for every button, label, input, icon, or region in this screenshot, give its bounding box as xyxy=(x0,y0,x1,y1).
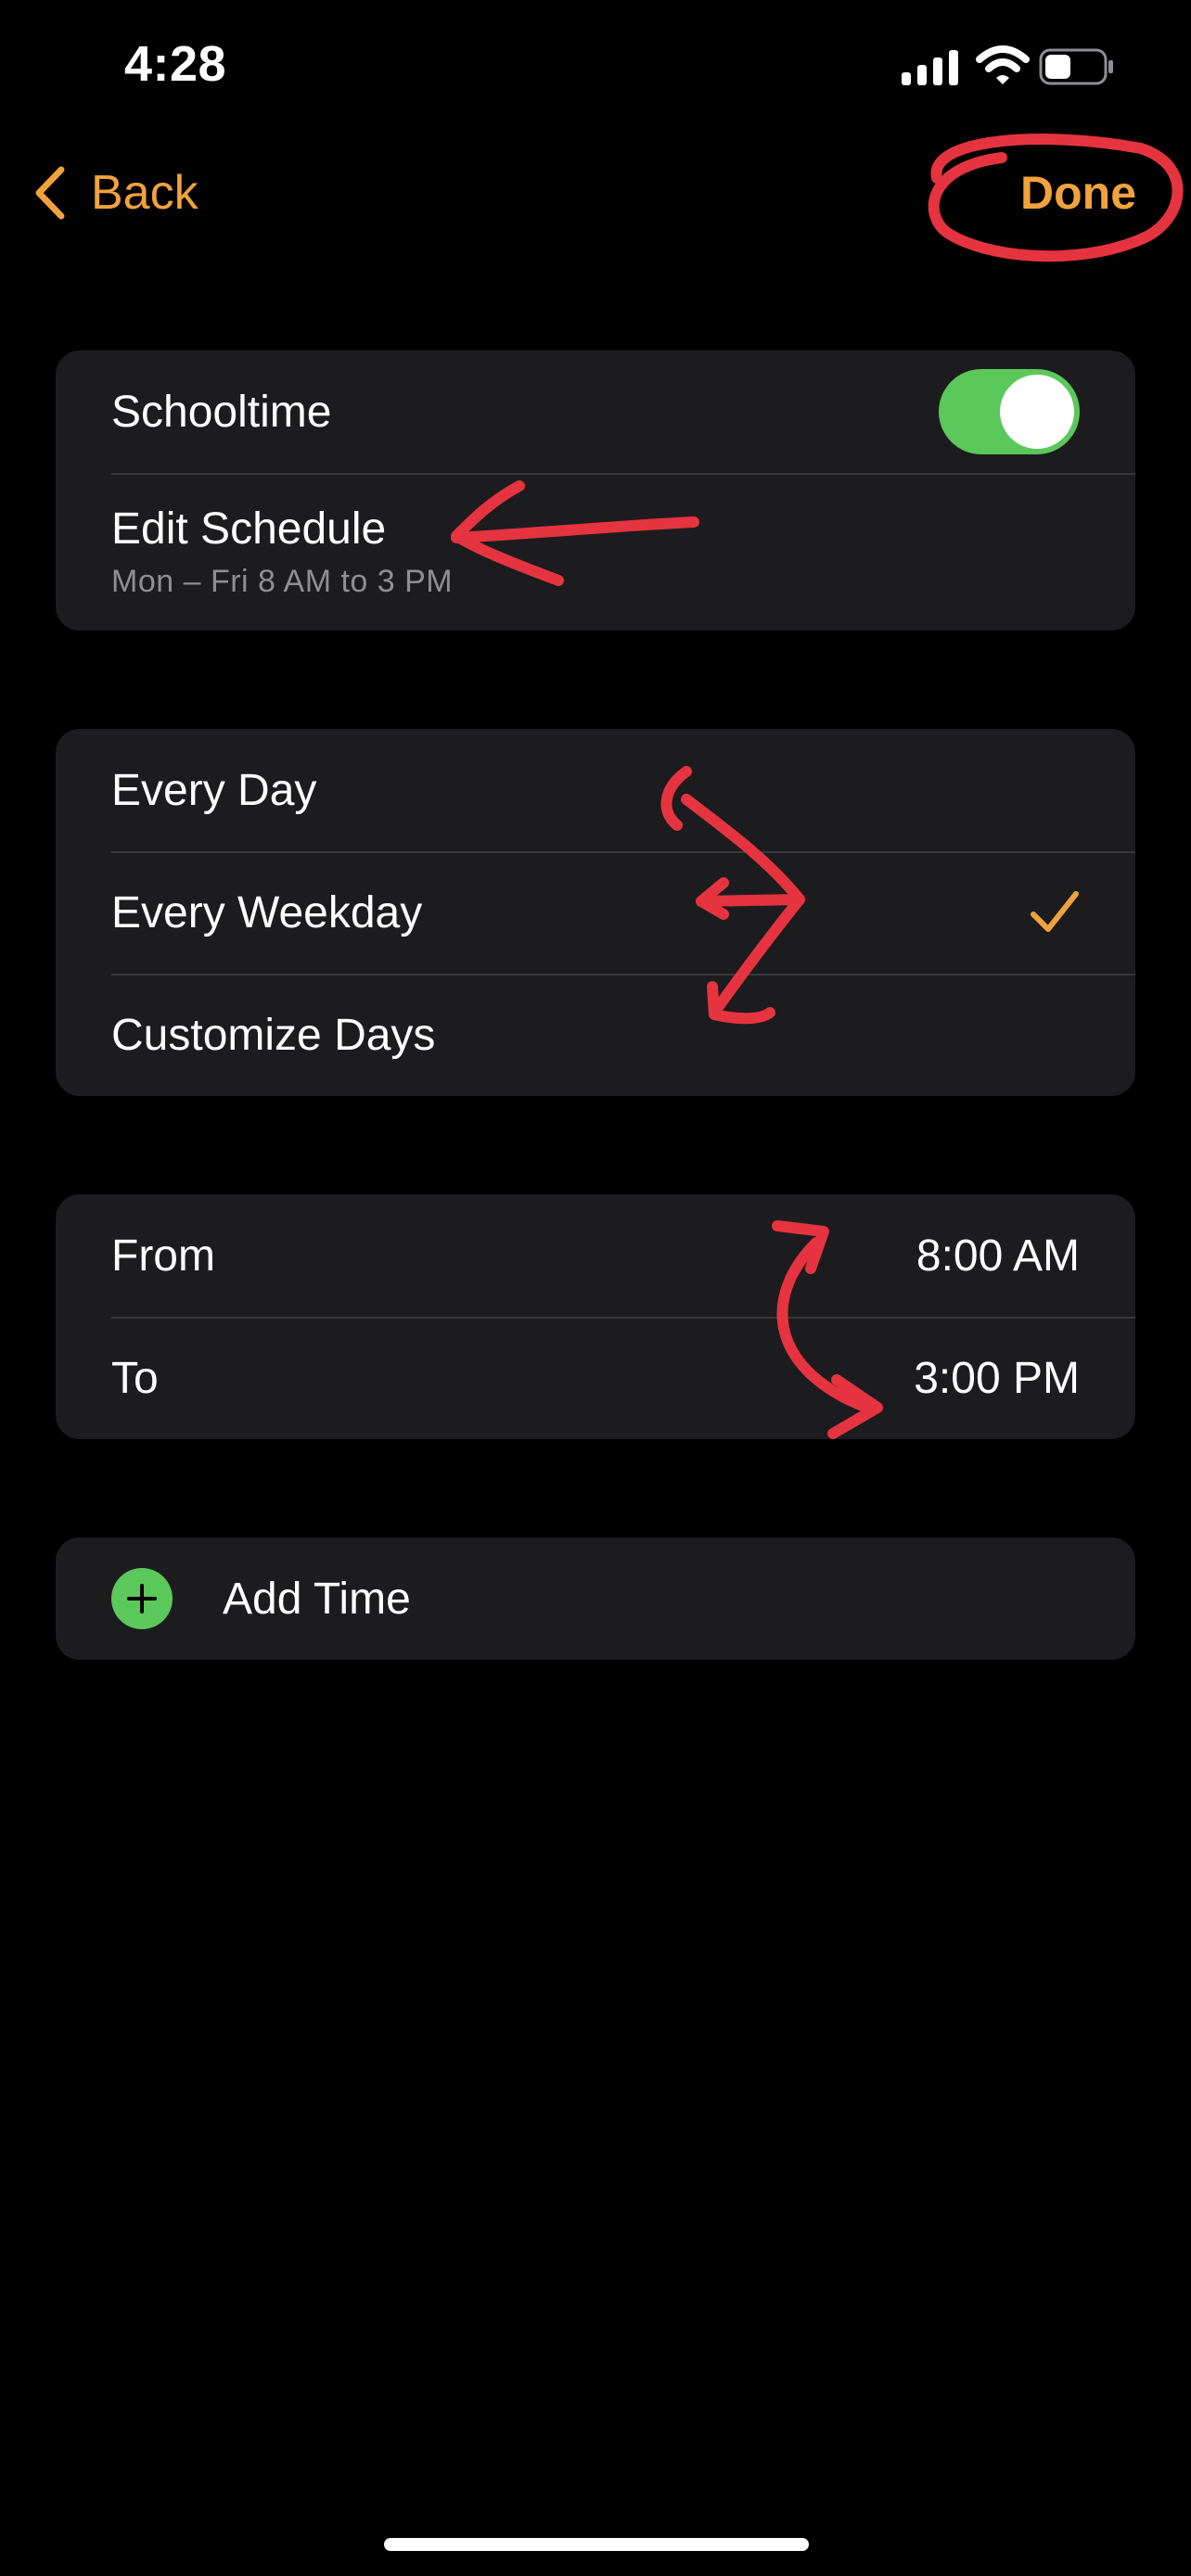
edit-schedule-row[interactable]: Edit Schedule Mon – Fri 8 AM to 3 PM xyxy=(56,473,1135,631)
option-customize-days[interactable]: Customize Days xyxy=(56,974,1135,1096)
repeat-options-card: Every Day Every Weekday Customize Days xyxy=(56,729,1135,1096)
schooltime-row: Schooltime xyxy=(56,351,1135,473)
edit-schedule-subtitle: Mon – Fri 8 AM to 3 PM xyxy=(111,564,454,599)
plus-circle-icon xyxy=(111,1568,173,1629)
time-range-card: From 8:00 AM To 3:00 PM xyxy=(56,1194,1135,1439)
to-row[interactable]: To 3:00 PM xyxy=(56,1317,1135,1439)
from-row[interactable]: From 8:00 AM xyxy=(56,1194,1135,1317)
wifi-icon xyxy=(976,45,1030,84)
option-every-weekday[interactable]: Every Weekday xyxy=(56,851,1135,974)
option-label: Every Weekday xyxy=(111,887,423,937)
back-label: Back xyxy=(91,166,198,220)
add-time-card: Add Time xyxy=(56,1537,1135,1660)
option-label: Customize Days xyxy=(111,1010,436,1060)
status-time: 4:28 xyxy=(124,36,227,92)
back-button[interactable]: Back xyxy=(32,159,198,226)
option-every-day[interactable]: Every Day xyxy=(56,729,1135,851)
home-indicator xyxy=(384,2538,809,2551)
schedule-card: Schooltime Edit Schedule Mon – Fri 8 AM … xyxy=(56,351,1135,631)
schooltime-toggle[interactable] xyxy=(939,369,1080,454)
to-value: 3:00 PM xyxy=(914,1353,1080,1403)
done-button[interactable]: Done xyxy=(1020,159,1136,226)
add-time-button[interactable]: Add Time xyxy=(56,1537,1135,1660)
plus-icon xyxy=(127,1584,157,1613)
to-label: To xyxy=(111,1353,159,1403)
toggle-knob xyxy=(1000,375,1074,449)
battery-icon xyxy=(1039,48,1113,85)
add-time-label: Add Time xyxy=(223,1574,411,1624)
chevron-left-icon xyxy=(35,166,65,220)
from-value: 8:00 AM xyxy=(916,1231,1080,1281)
checkmark-icon xyxy=(1031,891,1079,932)
cellular-signal-icon xyxy=(902,50,958,85)
option-label: Every Day xyxy=(111,765,317,815)
schooltime-label: Schooltime xyxy=(111,387,332,437)
from-label: From xyxy=(111,1231,215,1281)
edit-schedule-label: Edit Schedule xyxy=(111,504,387,554)
